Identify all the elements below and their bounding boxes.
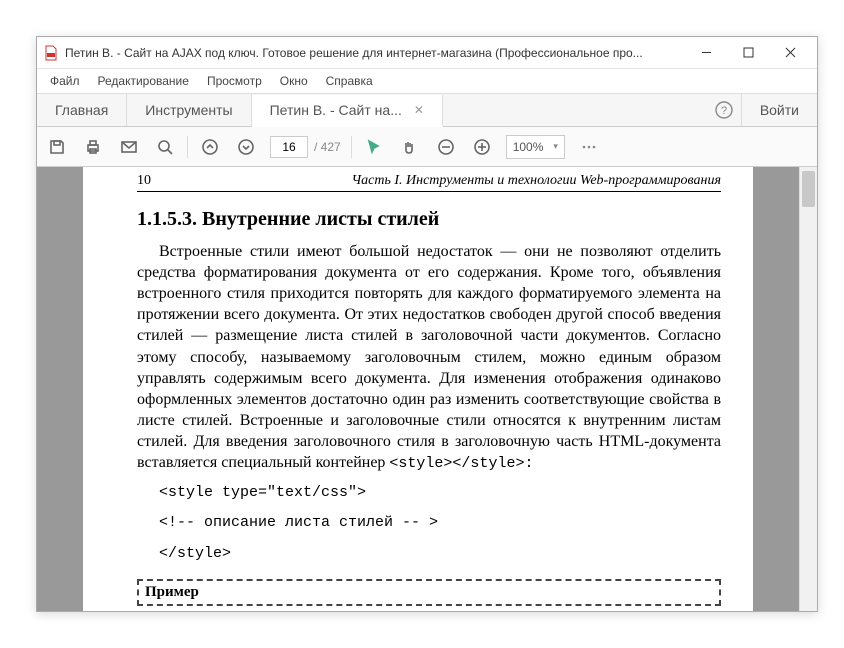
zoom-in-button[interactable] <box>464 129 500 165</box>
section-heading: 1.1.5.3. Внутренние листы стилей <box>137 208 721 231</box>
scrollbar-thumb[interactable] <box>802 171 815 207</box>
menu-file[interactable]: Файл <box>41 71 89 91</box>
app-window: Петин В. - Сайт на AJAX под ключ. Готово… <box>36 36 818 612</box>
print-button[interactable] <box>75 129 111 165</box>
code-line: <style type="text/css"> <box>159 482 721 505</box>
page-total: / 427 <box>314 140 341 154</box>
more-button[interactable] <box>571 129 607 165</box>
scrollbar[interactable] <box>799 167 817 611</box>
maximize-button[interactable] <box>727 38 769 68</box>
document-viewport[interactable]: 10 Часть I. Инструменты и технологии Web… <box>37 167 799 611</box>
toolbar: / 427 100% ▾ <box>37 127 817 167</box>
tab-home-label: Главная <box>55 102 108 118</box>
tab-document-label: Петин В. - Сайт на... <box>270 102 402 118</box>
menu-edit[interactable]: Редактирование <box>89 71 198 91</box>
tab-tools[interactable]: Инструменты <box>127 94 251 126</box>
menu-help[interactable]: Справка <box>317 71 382 91</box>
chevron-down-icon: ▾ <box>553 141 558 152</box>
login-button[interactable]: Войти <box>741 94 817 126</box>
content-area: 10 Часть I. Инструменты и технологии Web… <box>37 167 817 611</box>
page-number: 10 <box>137 173 177 189</box>
body-paragraph: Встроенные стили имеют большой недостато… <box>137 241 721 474</box>
tab-document[interactable]: Петин В. - Сайт на... ✕ <box>252 95 443 127</box>
hand-tool[interactable] <box>392 129 428 165</box>
login-label: Войти <box>760 102 799 118</box>
save-button[interactable] <box>39 129 75 165</box>
zoom-select[interactable]: 100% ▾ <box>506 135 565 159</box>
menubar: Файл Редактирование Просмотр Окно Справк… <box>37 69 817 93</box>
titlebar: Петин В. - Сайт на AJAX под ключ. Готово… <box>37 37 817 69</box>
zoom-value: 100% <box>513 140 544 154</box>
menu-window[interactable]: Окно <box>271 71 317 91</box>
example-box: Пример <box>137 579 721 606</box>
mail-button[interactable] <box>111 129 147 165</box>
tabs-row: Главная Инструменты Петин В. - Сайт на..… <box>37 93 817 127</box>
search-button[interactable] <box>147 129 183 165</box>
minimize-button[interactable] <box>685 38 727 68</box>
pointer-tool[interactable] <box>356 129 392 165</box>
document-page: 10 Часть I. Инструменты и технологии Web… <box>83 167 753 611</box>
tab-close-icon[interactable]: ✕ <box>414 103 424 117</box>
close-button[interactable] <box>769 38 811 68</box>
part-title: Часть I. Инструменты и технологии Web-пр… <box>177 173 721 189</box>
window-title: Петин В. - Сайт на AJAX под ключ. Готово… <box>65 46 685 60</box>
tab-home[interactable]: Главная <box>37 94 127 126</box>
code-line: <!-- описание листа стилей -- > <box>159 512 721 535</box>
page-up-button[interactable] <box>192 129 228 165</box>
pdf-icon <box>43 45 59 61</box>
zoom-out-button[interactable] <box>428 129 464 165</box>
page-down-button[interactable] <box>228 129 264 165</box>
svg-text:?: ? <box>721 105 727 117</box>
tab-tools-label: Инструменты <box>145 102 232 118</box>
code-line: </style> <box>159 543 721 566</box>
help-button[interactable]: ? <box>707 94 741 126</box>
menu-view[interactable]: Просмотр <box>198 71 271 91</box>
page-input[interactable] <box>270 136 308 158</box>
